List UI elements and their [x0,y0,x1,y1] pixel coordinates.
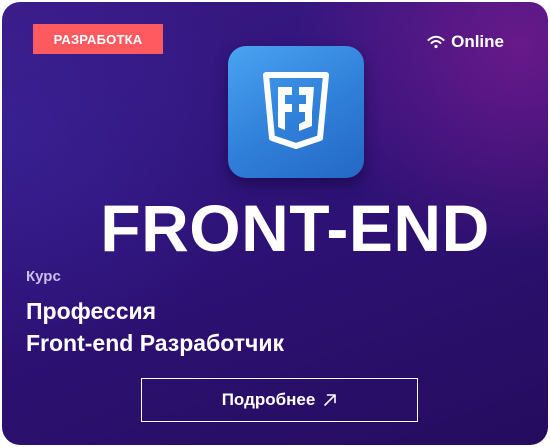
headline: FRONT-END [100,191,490,265]
arrow-up-right-icon [323,393,337,407]
online-status: Online [427,32,504,52]
course-card[interactable]: РАЗРАБОТКА Online FRONT-END Курс Професс… [2,2,548,445]
course-title-line-2: Front-end Разработчик [26,330,285,356]
logo-tile [228,46,364,178]
html5-shield-icon [261,70,331,155]
details-button-label: Подробнее [221,390,316,409]
category-badge: РАЗРАБОТКА [33,24,163,54]
course-title-line-1: Профессия [26,298,157,324]
course-kicker: Курс [26,268,61,285]
status-label: Online [451,32,504,51]
wifi-icon [427,35,445,49]
details-button[interactable]: Подробнее [141,378,418,422]
